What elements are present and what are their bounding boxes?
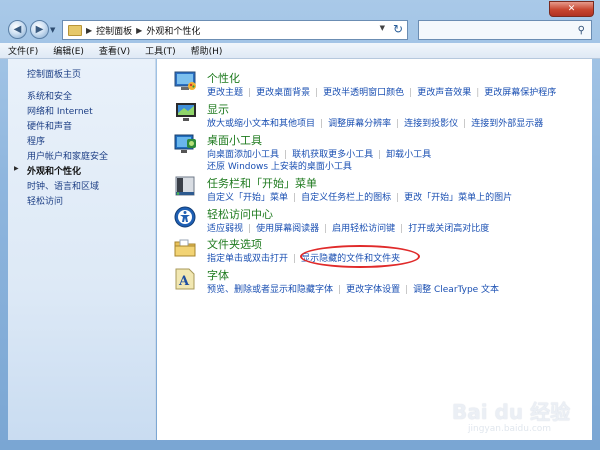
link-screen-reader[interactable]: 使用屏幕阅读器 (256, 224, 319, 234)
sidebar-item-programs[interactable]: 程序 (27, 134, 108, 149)
breadcrumb-appearance[interactable]: 外观和个性化 (146, 24, 200, 37)
menu-tools[interactable]: 工具(T) (145, 44, 176, 57)
link-projector[interactable]: 连接到投影仪 (404, 119, 458, 129)
sidebar-item-hardware-sound[interactable]: 硬件和声音 (27, 119, 108, 134)
ease-of-access-icon (174, 206, 196, 228)
link-high-contrast[interactable]: 打开或关闭高对比度 (408, 224, 489, 234)
taskbar-icon (175, 176, 195, 196)
sidebar-item-ease-of-access[interactable]: 轻松访问 (27, 194, 108, 209)
watermark-url: jingyan.baidu.com (468, 424, 552, 434)
link-preview-fonts[interactable]: 预览、删除或者显示和隐藏字体 (207, 285, 333, 295)
gadgets-icon (174, 134, 196, 153)
category-links: 放大或缩小文本和其他项目 | 调整屏幕分辨率 | 连接到投影仪 | 连接到外部显示器 (207, 119, 544, 129)
category-title[interactable]: 显示 (207, 101, 229, 117)
address-dropdown-icon[interactable]: ▼ (380, 24, 385, 32)
folder-options-icon (174, 239, 196, 257)
link-change-theme[interactable]: 更改主题 (207, 88, 243, 98)
address-bar[interactable]: ▶ 控制面板 ▶ 外观和个性化 ▼ ↻ (62, 20, 408, 40)
category-links: 还原 Windows 上安装的桌面小工具 (207, 159, 352, 172)
menu-bar: 文件(F) 编辑(E) 查看(V) 工具(T) 帮助(H) (0, 43, 600, 59)
link-taskbar-icons[interactable]: 自定义任务栏上的图标 (301, 193, 391, 203)
minimize-button[interactable] (520, 1, 544, 17)
control-panel-icon (68, 24, 82, 36)
category-links: 自定义「开始」菜单 | 自定义任务栏上的图标 | 更改「开始」菜单上的图片 (207, 193, 513, 203)
breadcrumb-separator-icon: ▶ (86, 25, 93, 35)
category-title[interactable]: 任务栏和「开始」菜单 (207, 175, 317, 191)
category-links: 更改主题 | 更改桌面背景 | 更改半透明窗口颜色 | 更改声音效果 | 更改屏幕保护程序 (207, 88, 557, 98)
main-panel: 个性化 更改主题 | 更改桌面背景 | 更改半透明窗口颜色 | 更改声音效果 | 更改屏幕保护程… (157, 59, 592, 440)
link-screen-resolution[interactable]: 调整屏幕分辨率 (328, 119, 391, 129)
link-cleartype[interactable]: 调整 ClearType 文本 (413, 285, 499, 295)
fonts-icon: A (175, 268, 195, 290)
menu-file[interactable]: 文件(F) (8, 44, 38, 57)
link-text-size[interactable]: 放大或缩小文本和其他项目 (207, 119, 315, 129)
menu-edit[interactable]: 编辑(E) (53, 44, 84, 57)
highlight-circle (300, 245, 420, 268)
svg-text:A: A (178, 274, 190, 289)
link-screen-saver[interactable]: 更改屏幕保护程序 (484, 88, 556, 98)
link-start-menu-picture[interactable]: 更改「开始」菜单上的图片 (404, 193, 512, 203)
search-icon[interactable]: ⚲ (578, 25, 585, 36)
forward-button[interactable]: ▶ (30, 20, 49, 39)
category-links: 适应弱视 | 使用屏幕阅读器 | 启用轻松访问键 | 打开或关闭高对比度 (207, 224, 490, 234)
sidebar-item-clock-language[interactable]: 时钟、语言和区域 (27, 179, 108, 194)
display-icon (176, 103, 196, 121)
close-button[interactable]: ✕ (549, 1, 594, 17)
refresh-icon[interactable]: ↻ (393, 22, 403, 36)
search-input[interactable]: ⚲ (418, 20, 592, 40)
menu-view[interactable]: 查看(V) (99, 44, 130, 57)
link-sound-effects[interactable]: 更改声音效果 (417, 88, 471, 98)
link-uninstall-gadgets[interactable]: 卸载小工具 (386, 150, 431, 160)
link-restore-gadgets[interactable]: 还原 Windows 上安装的桌面小工具 (207, 162, 352, 172)
recent-pages-dropdown-icon[interactable]: ▼ (50, 26, 55, 34)
link-low-vision[interactable]: 适应弱视 (207, 224, 243, 234)
sidebar-item-system-security[interactable]: 系统和安全 (27, 89, 108, 104)
sidebar-item-user-accounts[interactable]: 用户帐户和家庭安全 (27, 149, 108, 164)
breadcrumb-control-panel[interactable]: 控制面板 (96, 24, 132, 37)
sidebar-item-appearance[interactable]: 外观和个性化 (14, 164, 108, 179)
breadcrumb-separator-icon: ▶ (136, 25, 143, 35)
link-window-color[interactable]: 更改半透明窗口颜色 (323, 88, 404, 98)
sidebar-item-network[interactable]: 网络和 Internet (27, 104, 108, 119)
back-button[interactable]: ◀ (8, 20, 27, 39)
category-title[interactable]: 桌面小工具 (207, 132, 262, 148)
link-font-settings[interactable]: 更改字体设置 (346, 285, 400, 295)
personalization-icon (174, 71, 196, 90)
sidebar: 控制面板主页 系统和安全 网络和 Internet 硬件和声音 程序 用户帐户和… (8, 59, 156, 440)
category-title[interactable]: 轻松访问中心 (207, 206, 273, 222)
link-customize-start-menu[interactable]: 自定义「开始」菜单 (207, 193, 288, 203)
baidu-watermark: Bai du 经验 (452, 400, 571, 424)
link-single-double-click[interactable]: 指定单击或双击打开 (207, 254, 288, 264)
menu-help[interactable]: 帮助(H) (191, 44, 223, 57)
link-easy-access-keys[interactable]: 启用轻松访问键 (332, 224, 395, 234)
category-title[interactable]: 文件夹选项 (207, 236, 262, 252)
link-desktop-background[interactable]: 更改桌面背景 (256, 88, 310, 98)
category-title[interactable]: 个性化 (207, 70, 240, 86)
sidebar-home-link[interactable]: 控制面板主页 (27, 67, 81, 80)
category-links: 预览、删除或者显示和隐藏字体 | 更改字体设置 | 调整 ClearType 文本 (207, 285, 500, 295)
category-title[interactable]: 字体 (207, 267, 229, 283)
link-external-display[interactable]: 连接到外部显示器 (471, 119, 543, 129)
